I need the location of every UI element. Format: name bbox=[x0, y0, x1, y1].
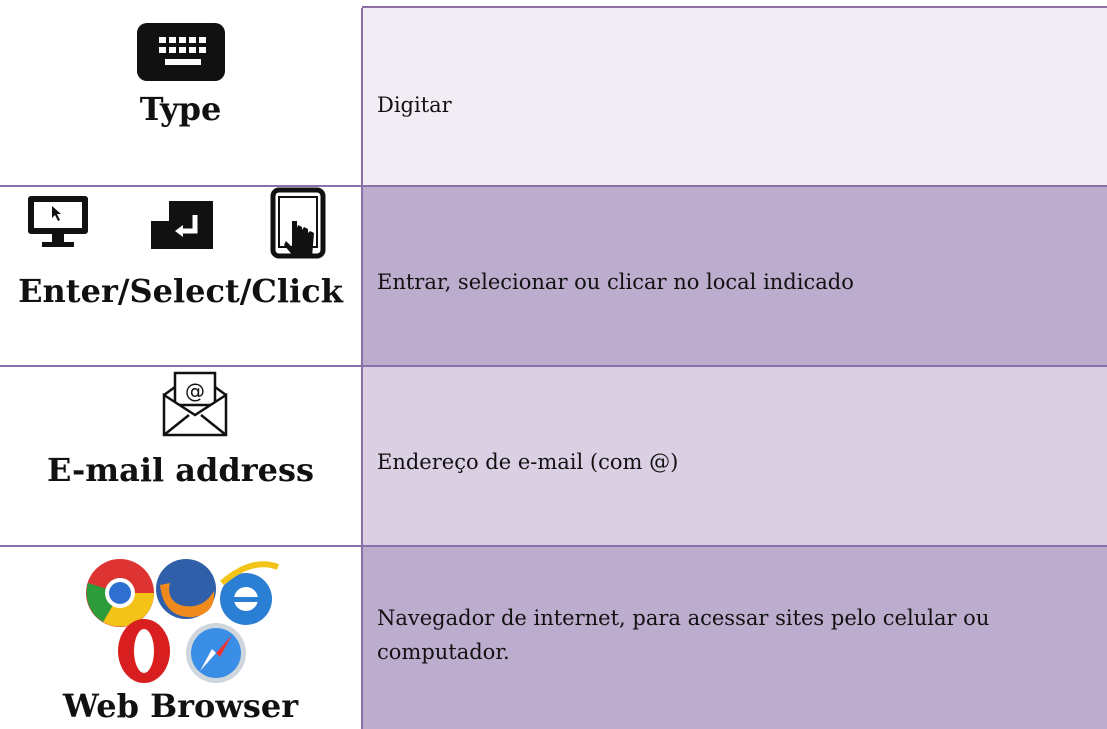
keyboard-icon bbox=[137, 23, 225, 81]
term-cell-email: @ E-mail address bbox=[0, 367, 361, 545]
monitor-cursor-icon bbox=[28, 196, 88, 247]
internet-explorer-icon bbox=[220, 561, 280, 625]
chrome-icon bbox=[86, 559, 154, 627]
svg-text:@: @ bbox=[185, 379, 205, 403]
term-label-email: E-mail address bbox=[46, 451, 315, 489]
enter-key-icon bbox=[151, 201, 213, 249]
definition-cell-web-browser: Navegador de internet, para acessar site… bbox=[361, 547, 1107, 729]
table-row-type: Type Digitar bbox=[0, 8, 1107, 186]
tablet-touch-icon bbox=[270, 187, 326, 259]
opera-icon bbox=[118, 619, 170, 683]
envelope-at-icon: @ bbox=[162, 371, 228, 437]
definition-cell-email: Endereço de e-mail (com @) bbox=[361, 367, 1107, 545]
glossary-table: Type Digitar Enter/Select/Click Entrar, … bbox=[0, 0, 1107, 729]
safari-icon bbox=[186, 623, 246, 683]
term-label-enter-select-click: Enter/Select/Click bbox=[18, 272, 343, 310]
definition-text-enter-select-click: Entrar, selecionar ou clicar no local in… bbox=[377, 270, 854, 294]
term-cell-enter-select-click: Enter/Select/Click bbox=[0, 187, 361, 365]
browser-logos bbox=[86, 559, 280, 683]
definition-text-web-browser: Navegador de internet, para acessar site… bbox=[377, 606, 990, 664]
definition-text-type: Digitar bbox=[377, 93, 452, 117]
term-label-type: Type bbox=[139, 90, 222, 128]
term-label-web-browser: Web Browser bbox=[62, 687, 299, 725]
firefox-icon bbox=[156, 559, 216, 619]
definition-cell-type: Digitar bbox=[361, 8, 1107, 186]
term-cell-web-browser: Web Browser bbox=[0, 547, 361, 729]
term-cell-type: Type bbox=[0, 8, 361, 186]
table-row-email: @ E-mail address Endereço de e-mail (com… bbox=[0, 367, 1107, 545]
definition-cell-enter-select-click: Entrar, selecionar ou clicar no local in… bbox=[361, 187, 1107, 365]
table-row-web-browser: Web Browser Navegador de internet, para … bbox=[0, 547, 1107, 729]
definition-text-email: Endereço de e-mail (com @) bbox=[377, 450, 679, 474]
table-row-enter-select-click: Enter/Select/Click Entrar, selecionar ou… bbox=[0, 187, 1107, 365]
